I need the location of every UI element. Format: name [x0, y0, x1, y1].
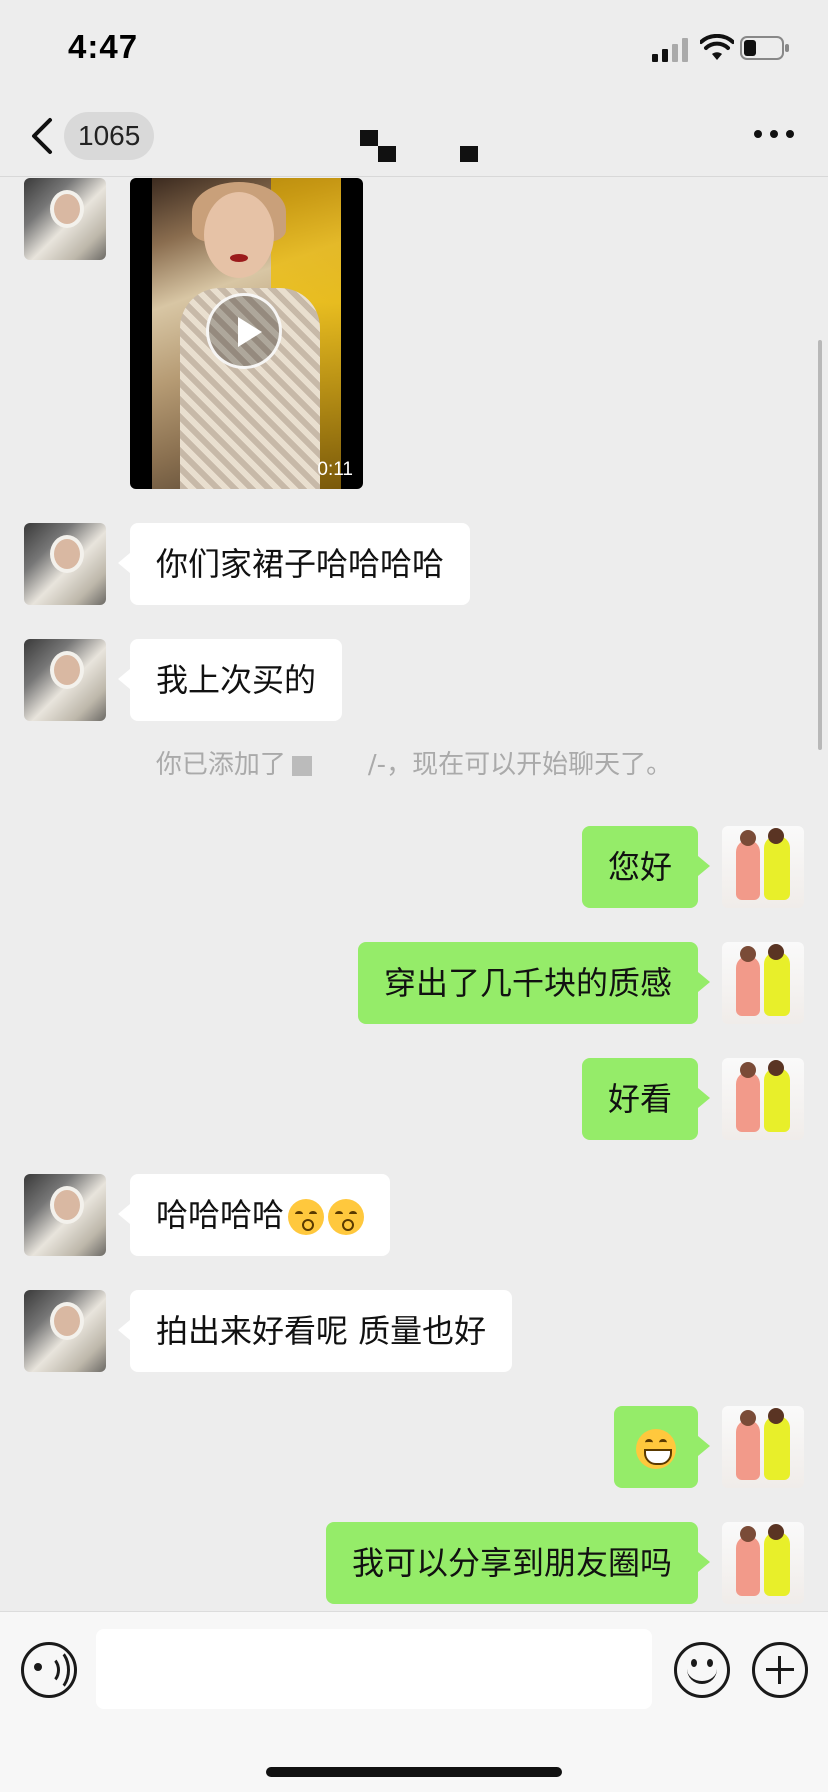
cellular-signal-icon: [652, 38, 688, 62]
contact-avatar[interactable]: [24, 1290, 106, 1372]
video-message[interactable]: 0:11: [130, 178, 363, 489]
outgoing-message-bubble[interactable]: 您好: [581, 826, 711, 908]
outgoing-message-bubble[interactable]: 我可以分享到朋友圈吗: [325, 1522, 711, 1604]
contact-avatar[interactable]: [24, 178, 106, 260]
contact-avatar[interactable]: [24, 639, 106, 721]
incoming-message-bubble[interactable]: 你们家裙子哈哈哈哈: [117, 523, 471, 605]
grinning-face-emoji: [636, 1429, 676, 1469]
my-avatar[interactable]: [722, 826, 804, 908]
message-input[interactable]: [96, 1629, 652, 1709]
play-icon[interactable]: [206, 293, 282, 369]
chevron-left-icon: [32, 118, 52, 154]
voice-input-button[interactable]: [21, 1642, 77, 1698]
status-time: 4:47: [68, 28, 139, 65]
home-indicator[interactable]: [266, 1767, 562, 1777]
incoming-message-text: 哈哈哈哈: [156, 1196, 285, 1234]
redacted-name: [291, 755, 312, 776]
contact-avatar[interactable]: [24, 523, 106, 605]
nav-bar: 1065: [0, 96, 828, 177]
unread-count-badge: 1065: [64, 112, 155, 160]
system-notice: 你已添加了 /-，现在可以开始聊天了。: [0, 744, 828, 781]
incoming-message-bubble[interactable]: 拍出来好看呢 质量也好: [117, 1290, 513, 1372]
emoji-button[interactable]: [674, 1642, 730, 1698]
chat-screen: 4:47 1065 0:11 你们家裙子哈哈哈哈 我上次买的 你已添加了 /-，…: [0, 0, 828, 1792]
my-avatar[interactable]: [722, 942, 804, 1024]
my-avatar[interactable]: [722, 1058, 804, 1140]
input-bar: [0, 1611, 828, 1792]
contact-avatar[interactable]: [24, 1174, 106, 1256]
chat-title-redacted: [356, 118, 486, 164]
chat-scrollbar[interactable]: [818, 340, 822, 750]
smiley-icon: [691, 1659, 697, 1667]
system-notice-prefix: 你已添加了: [155, 750, 286, 780]
outgoing-message-bubble[interactable]: 穿出了几千块的质感: [357, 942, 711, 1024]
video-duration: 0:11: [317, 459, 353, 480]
more-options-button[interactable]: [754, 124, 796, 144]
incoming-message-bubble[interactable]: 哈哈哈哈: [117, 1174, 391, 1256]
outgoing-emoji-bubble[interactable]: [614, 1406, 710, 1488]
battery-icon: [740, 36, 789, 60]
wifi-icon: [700, 34, 734, 60]
outgoing-message-bubble[interactable]: 好看: [581, 1058, 711, 1140]
more-actions-button[interactable]: [752, 1642, 808, 1698]
back-button[interactable]: 1065: [28, 110, 158, 162]
kissing-face-emoji: [328, 1199, 365, 1235]
status-bar: 4:47: [0, 0, 828, 96]
my-avatar[interactable]: [722, 1522, 804, 1604]
my-avatar[interactable]: [722, 1406, 804, 1488]
incoming-message-bubble[interactable]: 我上次买的: [117, 639, 343, 721]
ellipsis-icon: [754, 130, 762, 138]
system-notice-suffix: /-，现在可以开始聊天了。: [367, 750, 673, 780]
kissing-face-emoji: [288, 1199, 325, 1235]
